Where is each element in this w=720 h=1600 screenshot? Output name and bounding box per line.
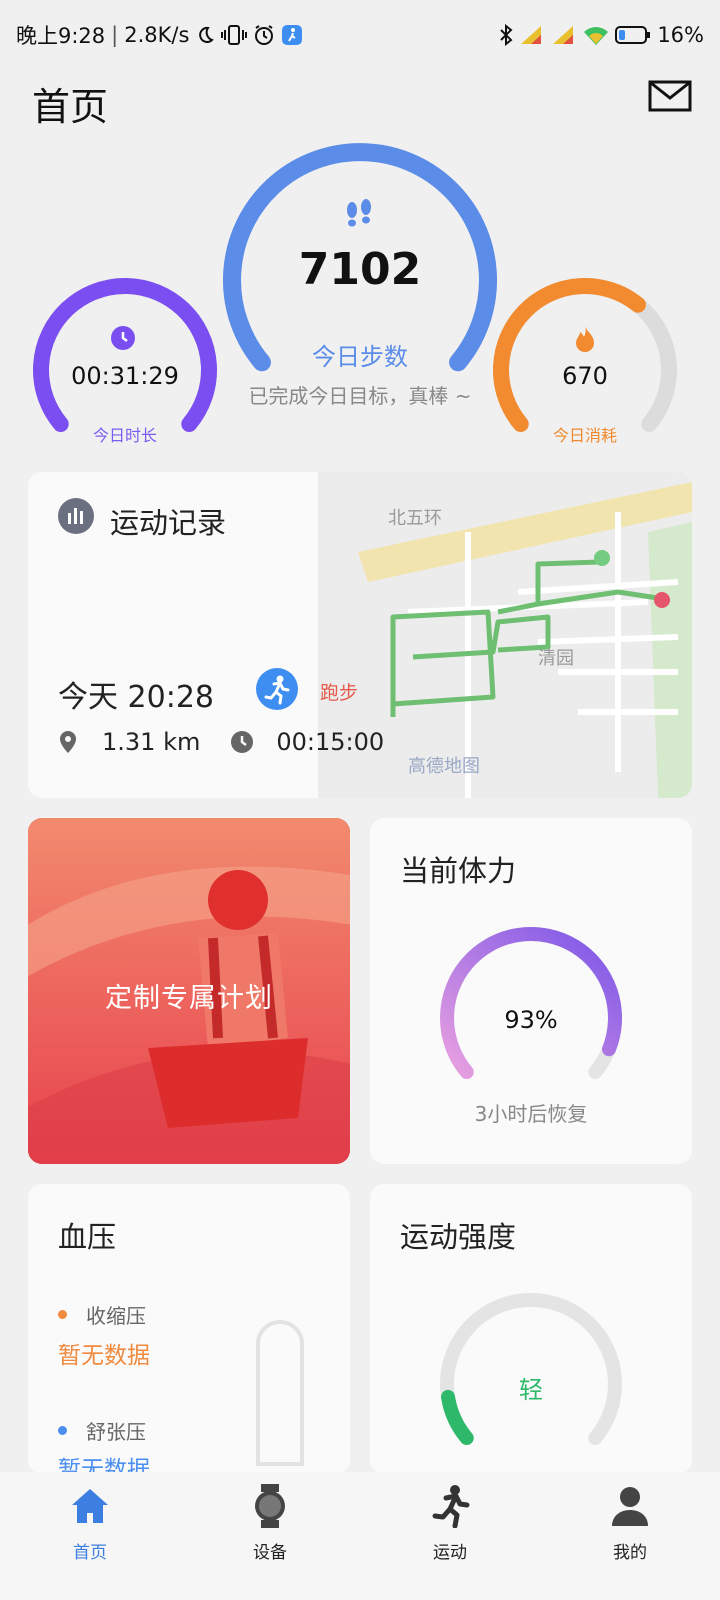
app-screen: 晚上9:28 | 2.8K/s 16% 首页 7102 今日步数 已完成今日目标… [0, 0, 720, 1600]
blood-pressure-tile[interactable]: 血压 收缩压 暂无数据 舒张压 暂无数据 [28, 1184, 350, 1474]
steps-value: 7102 [298, 244, 422, 295]
calories-value: 670 [562, 362, 608, 390]
thermometer-icon [256, 1320, 304, 1466]
duration-value: 00:31:29 [71, 362, 179, 390]
clock-icon [230, 730, 254, 754]
stamina-tile[interactable]: 当前体力 93% 3小时后恢复 [370, 818, 692, 1164]
intensity-track [440, 1292, 622, 1445]
stamina-value: 93% [504, 1006, 558, 1034]
record-meta: 1.31 km 00:15:00 [58, 728, 384, 756]
profile-icon [608, 1484, 652, 1528]
status-left: 晚上9:28 | 2.8K/s [16, 20, 303, 50]
systolic-label: 收缩压 [86, 1304, 146, 1328]
custom-plan-label: 定制专属计划 [105, 983, 273, 1014]
nav-exercise-label: 运动 [433, 1543, 467, 1563]
nav-profile-label: 我的 [613, 1543, 647, 1563]
signal-hd-icon-2 [551, 24, 577, 46]
diastolic-label: 舒张压 [86, 1420, 146, 1444]
duration-label: 今日时长 [92, 426, 157, 445]
bottom-nav: 首页 设备 运动 我的 [0, 1472, 720, 1600]
nav-home[interactable]: 首页 [30, 1484, 150, 1600]
record-distance: 1.31 km [102, 728, 201, 756]
status-time: 晚上9:28 [16, 24, 106, 48]
battery-percent: 16% [657, 23, 704, 47]
nav-profile[interactable]: 我的 [570, 1484, 690, 1600]
status-bar: 晚上9:28 | 2.8K/s 16% [0, 0, 720, 70]
nav-exercise[interactable]: 运动 [390, 1484, 510, 1600]
status-right: 16% [499, 23, 704, 47]
bluetooth-icon [499, 24, 513, 46]
header: 首页 [0, 70, 720, 130]
exercise-intensity-tile[interactable]: 运动强度 轻 [370, 1184, 692, 1474]
intensity-value: 轻 [519, 1376, 543, 1404]
alarm-icon [253, 24, 275, 46]
activity-rings: 7102 今日步数 已完成今日目标，真棒 ~ 00:31:29 今日时长 670… [0, 130, 720, 460]
systolic-dot [58, 1310, 67, 1319]
record-time: 今天 20:28 [58, 680, 214, 715]
map-area-label: 清园 [538, 648, 574, 669]
record-type: 跑步 [320, 682, 359, 704]
nav-device[interactable]: 设备 [210, 1484, 330, 1600]
app-notification-icon [281, 24, 303, 46]
steps-subtitle: 已完成今日目标，真棒 ~ [248, 384, 472, 408]
systolic-value: 暂无数据 [58, 1343, 150, 1369]
moon-icon [195, 25, 215, 45]
battery-icon [615, 25, 651, 45]
calories-label: 今日消耗 [552, 426, 617, 445]
intensity-gauge [440, 1292, 622, 1445]
custom-plan-tile[interactable]: 定制专属计划 [28, 818, 350, 1164]
nav-device-label: 设备 [253, 1543, 287, 1563]
steps-label: 今日步数 [312, 343, 408, 371]
status-net-speed: 2.8K/s [124, 23, 190, 47]
home-icon [68, 1484, 112, 1528]
status-divider: | [111, 23, 119, 47]
mail-icon[interactable] [648, 78, 692, 114]
record-duration: 00:15:00 [276, 728, 385, 756]
record-title: 运动记录 [110, 506, 227, 540]
nav-home-label: 首页 [73, 1543, 107, 1563]
diastolic-value: 暂无数据 [58, 1457, 150, 1474]
diastolic-dot [58, 1426, 67, 1435]
vibrate-icon [221, 24, 248, 46]
running-icon [256, 668, 298, 710]
wifi-icon [583, 24, 609, 46]
signal-hd-icon [519, 24, 545, 46]
exercise-record-card[interactable]: 北五环 清园 高德地图 运动记录 今天 20:28 跑步 1.31 km 00:… [28, 472, 692, 798]
location-pin-icon [58, 730, 78, 754]
page-title: 首页 [32, 85, 109, 129]
map-road-label: 北五环 [388, 508, 442, 529]
stamina-progress [440, 926, 622, 1079]
map-provider-label: 高德地图 [408, 756, 480, 777]
running-icon [428, 1484, 472, 1528]
chart-bars-icon [58, 498, 94, 534]
stamina-subtitle: 3小时后恢复 [474, 1102, 588, 1126]
watch-icon [248, 1484, 292, 1528]
